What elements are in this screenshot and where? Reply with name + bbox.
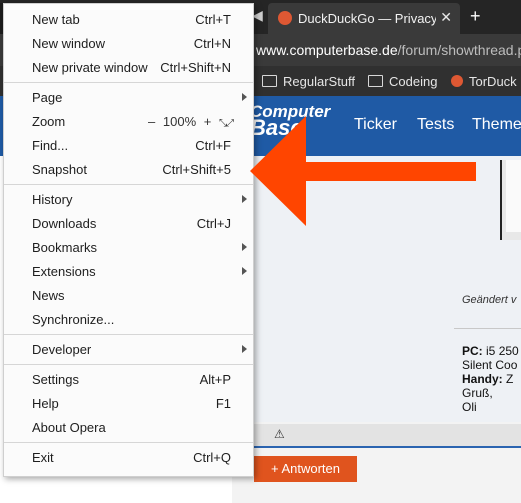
annotation-arrow-icon bbox=[250, 116, 476, 226]
annotation-arrow-shape bbox=[250, 116, 476, 226]
